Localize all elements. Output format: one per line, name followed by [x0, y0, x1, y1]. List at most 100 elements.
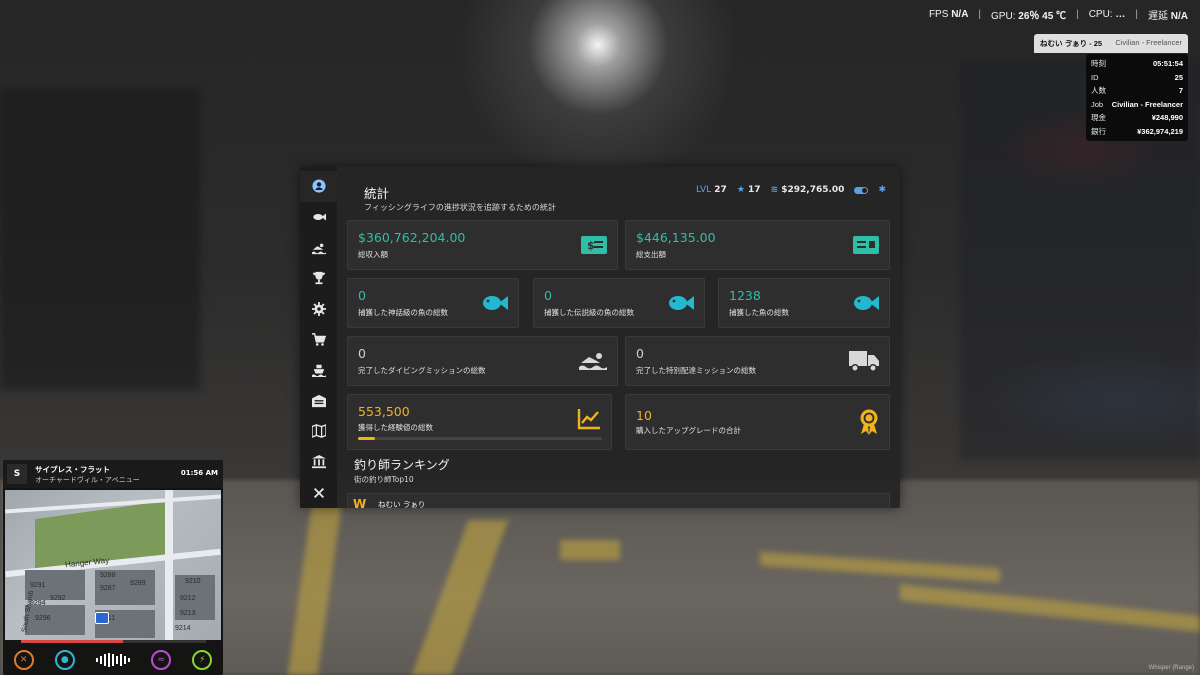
card-diving-missions: 0 完了したダイビングミッションの総数	[347, 336, 618, 386]
map-label: 9296	[35, 615, 51, 622]
map-view[interactable]: Hanger Way South Shamb 9288 9287 9289 92…	[5, 490, 221, 640]
experience-progress-fill	[358, 437, 376, 440]
trophy-icon	[312, 272, 325, 285]
sidebar-item-shop[interactable]	[300, 324, 337, 355]
sidebar-item-storage[interactable]	[300, 385, 337, 416]
page-subtitle: フィッシングライフの進捗状況を追跡するための統計	[364, 203, 556, 212]
health-fill	[21, 640, 123, 643]
total-income-value: $360,762,204.00	[358, 230, 466, 245]
ship-icon	[311, 364, 326, 378]
cpu-value: …	[1115, 8, 1126, 20]
sidebar-item-trophy[interactable]	[300, 263, 337, 294]
game-time: 01:56 AM	[180, 469, 218, 477]
close-icon	[313, 487, 324, 498]
theme-toggle[interactable]	[854, 186, 869, 194]
sidebar-item-bank[interactable]	[300, 447, 337, 478]
gear-icon	[311, 301, 326, 316]
fish-icon	[669, 296, 694, 310]
info-row: ID 25	[1091, 71, 1183, 85]
sidebar-item-boat[interactable]	[300, 355, 337, 386]
cpu-label: CPU:	[1088, 8, 1113, 20]
card-total-income: $360,762,204.00 総収入額 $	[347, 220, 618, 270]
card-total-fish: 1238 捕獲した魚の総数	[718, 278, 890, 328]
background-wall-left	[0, 90, 200, 390]
total-expense-label: 総支出額	[636, 250, 666, 259]
header-stats: LVL 27 ★ 17 ≋ $292,765.00 ✱	[696, 185, 886, 195]
mythic-fish-value: 0	[358, 288, 366, 303]
info-label: 銀行	[1091, 126, 1106, 136]
ranking-subtitle: 街の釣り師Top10	[354, 475, 414, 484]
info-label: Job	[1091, 99, 1104, 109]
upgrades-value: 10	[636, 408, 652, 423]
sidebar-item-fish[interactable]	[300, 202, 337, 233]
panel-sidebar	[300, 167, 337, 508]
swimmer-icon	[311, 243, 326, 254]
map-label: 9291	[30, 582, 46, 589]
ranking-name: ねむい ゔぁり	[378, 500, 426, 508]
info-label: 時刻	[1091, 59, 1106, 69]
experience-value: 553,500	[358, 404, 410, 419]
star-count: 17	[748, 185, 761, 195]
settings-gear-icon[interactable]: ✱	[878, 185, 886, 195]
info-value: Civilian - Freelancer	[1111, 99, 1183, 109]
money-icon: $	[581, 236, 607, 254]
money-value: $292,765.00	[781, 185, 845, 195]
stamina-icon: ✕	[13, 650, 34, 670]
fishing-stats-panel: 統計 フィッシングライフの進捗状況を追跡するための統計 LVL 27 ★ 17 …	[300, 167, 900, 508]
map-label: 9292	[50, 595, 66, 602]
minimap: S サイプレス・フラット オーチャードヴィル・アベニュー 01:56 AM Ha…	[3, 460, 223, 675]
voice-range-label: Whisper (Range)	[1148, 665, 1194, 671]
sidebar-item-settings[interactable]	[300, 294, 337, 325]
map-label: 9289	[130, 580, 146, 587]
sidebar-item-map[interactable]	[300, 416, 337, 447]
info-row: 現金 ¥248,990	[1091, 111, 1183, 125]
user-icon	[311, 179, 326, 193]
info-row: 銀行 ¥362,974,219	[1091, 125, 1183, 139]
card-experience: 553,500 獲得した経験値の総数	[347, 394, 612, 450]
total-fish-value: 1238	[729, 288, 761, 303]
map-label: 9288	[100, 572, 116, 579]
page-title: 統計	[364, 186, 390, 201]
info-row: Job Civilian - Freelancer	[1091, 98, 1183, 112]
map-label: 9294	[30, 600, 46, 607]
floor-stripe	[560, 540, 620, 560]
info-value: 05:51:54	[1152, 59, 1183, 69]
level-label: LVL	[695, 185, 712, 195]
mythic-fish-label: 捕獲した神話級の魚の総数	[358, 308, 448, 317]
card-delivery-missions: 0 完了した特別配達ミッションの総数	[625, 336, 890, 386]
sidebar-item-close[interactable]	[300, 477, 337, 508]
truck-icon	[849, 351, 879, 372]
gpu-value: 26％ 45 ℃	[1018, 10, 1067, 22]
experience-label: 獲得した経験値の総数	[358, 423, 433, 432]
stress-icon: ≈	[151, 650, 172, 670]
info-value: 25	[1174, 72, 1183, 82]
info-label: ID	[1091, 72, 1099, 82]
card-total-expense: $446,135.00 総支出額	[625, 220, 890, 270]
svg-text:$: $	[587, 239, 595, 252]
fish-icon	[483, 296, 508, 310]
sidebar-item-diving[interactable]	[300, 232, 337, 263]
cart-icon	[311, 332, 326, 346]
experience-progress	[358, 437, 602, 440]
info-value: ¥362,974,219	[1137, 126, 1183, 136]
warehouse-icon	[311, 394, 326, 407]
total-income-label: 総収入額	[358, 250, 388, 259]
map-label: 9213	[180, 610, 196, 617]
player-name: ねむい ゔぁり - 25	[1040, 39, 1103, 48]
compass-direction: S	[7, 464, 27, 484]
crown-icon: W	[353, 497, 367, 508]
street-name: サイプレス・フラット	[35, 465, 110, 474]
map-label: 9212	[180, 595, 196, 602]
fish-icon	[312, 213, 326, 221]
delivery-missions-label: 完了した特別配達ミッションの総数	[636, 366, 756, 375]
sidebar-item-profile[interactable]	[300, 171, 337, 202]
fps-label: FPS	[928, 8, 949, 20]
player-header: ねむい ゔぁり - 25 Civilian - Freelancer	[1034, 34, 1188, 53]
card-mythic-fish: 0 捕獲した神話級の魚の総数	[347, 278, 519, 328]
diving-missions-value: 0	[358, 346, 366, 361]
voice-level-icon	[95, 653, 130, 667]
swimmer-icon	[579, 353, 607, 370]
info-value: ¥248,990	[1151, 113, 1183, 123]
info-row: 人数 7	[1091, 84, 1183, 98]
bank-icon	[311, 455, 326, 469]
